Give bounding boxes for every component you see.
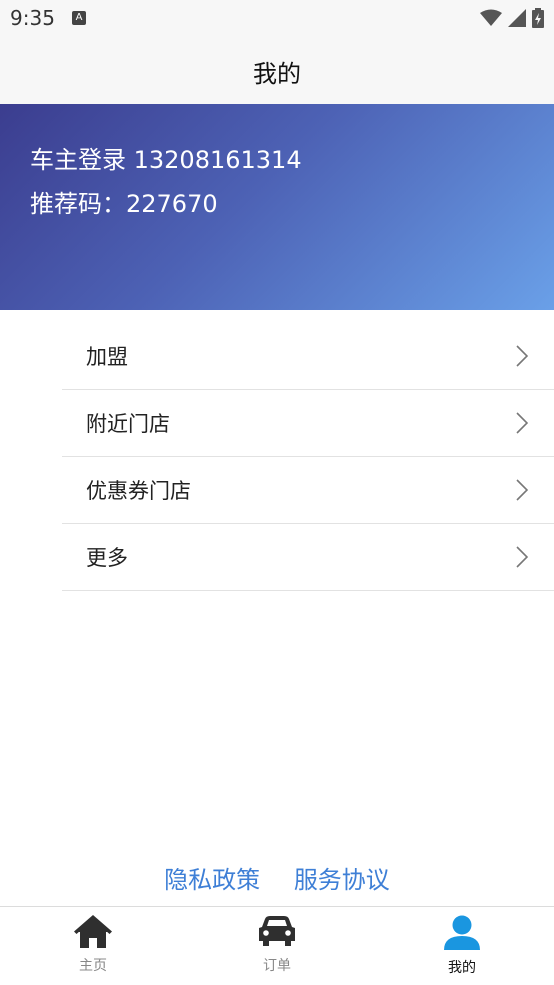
bottom-tab-bar: 主页 订单 我的 bbox=[0, 906, 554, 985]
menu-item-nearby-stores[interactable]: 附近门店 bbox=[62, 390, 554, 457]
tab-label: 订单 bbox=[263, 958, 291, 974]
menu-item-coupon-stores[interactable]: 优惠券门店 bbox=[62, 457, 554, 524]
home-icon bbox=[74, 915, 112, 948]
status-time: 9:35 bbox=[10, 6, 55, 30]
status-icons bbox=[480, 8, 544, 28]
chevron-right-icon bbox=[516, 546, 528, 568]
tab-label: 主页 bbox=[79, 958, 107, 974]
chevron-right-icon bbox=[516, 345, 528, 367]
top-bar: 我的 bbox=[0, 38, 554, 104]
user-icon bbox=[444, 915, 480, 950]
menu-item-label: 更多 bbox=[86, 546, 128, 570]
battery-icon bbox=[532, 8, 544, 28]
menu-list: 加盟 附近门店 优惠券门店 更多 bbox=[62, 323, 554, 591]
wifi-icon bbox=[480, 9, 502, 26]
status-bar: 9:35 A bbox=[0, 0, 554, 38]
profile-banner: 车主登录 13208161314 推荐码：227670 bbox=[0, 104, 554, 310]
tab-home[interactable]: 主页 bbox=[33, 915, 153, 975]
referral-code: 推荐码：227670 bbox=[30, 190, 218, 218]
chevron-right-icon bbox=[516, 479, 528, 501]
footer-links: 隐私政策 服务协议 bbox=[0, 860, 554, 895]
car-icon bbox=[259, 916, 295, 946]
tab-orders[interactable]: 订单 bbox=[217, 915, 337, 975]
page-title: 我的 bbox=[253, 59, 301, 88]
menu-item-more[interactable]: 更多 bbox=[62, 524, 554, 591]
service-agreement-link[interactable]: 服务协议 bbox=[294, 866, 390, 894]
login-text[interactable]: 车主登录 13208161314 bbox=[30, 140, 302, 175]
chevron-right-icon bbox=[516, 412, 528, 434]
menu-item-join[interactable]: 加盟 bbox=[62, 323, 554, 390]
notification-icon: A bbox=[72, 11, 86, 25]
menu-item-label: 加盟 bbox=[86, 345, 128, 369]
privacy-policy-link[interactable]: 隐私政策 bbox=[164, 866, 260, 894]
menu-item-label: 优惠券门店 bbox=[86, 479, 191, 503]
tab-label: 我的 bbox=[448, 960, 476, 976]
tab-mine[interactable]: 我的 bbox=[402, 915, 522, 977]
menu-item-label: 附近门店 bbox=[86, 412, 170, 436]
signal-icon bbox=[508, 9, 526, 27]
